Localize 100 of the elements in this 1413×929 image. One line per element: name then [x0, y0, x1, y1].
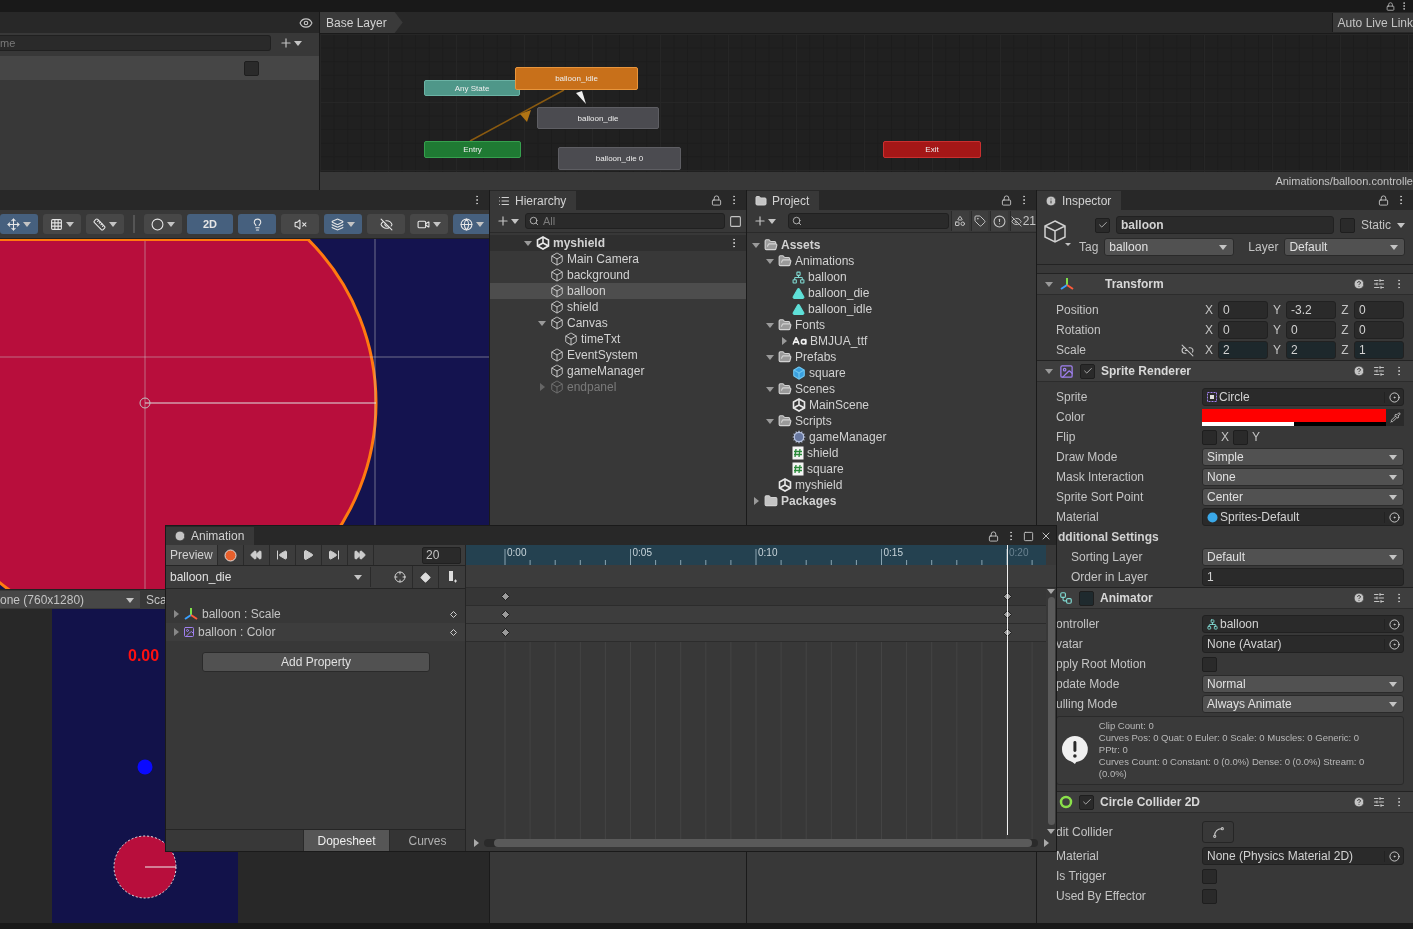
checkbox[interactable] — [1233, 429, 1248, 445]
project-item[interactable]: BMJUA_ttf — [747, 333, 1036, 349]
project-item[interactable]: myshield — [747, 477, 1036, 493]
view-tab[interactable]: Dopesheet — [303, 830, 389, 851]
search-field[interactable] — [788, 213, 949, 229]
layer-dropdown[interactable]: Default — [1284, 238, 1405, 256]
view-tab[interactable]: Curves — [389, 830, 465, 851]
visibility-toggle[interactable] — [367, 214, 405, 234]
number-field[interactable]: 0 — [1354, 321, 1404, 339]
property-row[interactable]: balloon : Color — [166, 623, 465, 641]
number-field[interactable]: 0 — [1286, 321, 1336, 339]
checkbox[interactable] — [1202, 429, 1217, 445]
project-item[interactable]: square — [747, 461, 1036, 477]
checkbox[interactable] — [1202, 868, 1217, 884]
help-icon[interactable] — [1353, 796, 1365, 808]
lock-icon[interactable] — [1386, 1, 1395, 11]
project-item[interactable]: square — [747, 365, 1036, 381]
frame-field[interactable]: 20 — [422, 546, 461, 564]
project-item[interactable]: balloon — [747, 269, 1036, 285]
expanded-arrow-icon[interactable] — [766, 321, 774, 329]
expanded-arrow-icon[interactable] — [766, 353, 774, 361]
number-field[interactable]: 1 — [1202, 568, 1404, 586]
object-field[interactable]: balloon — [1202, 615, 1404, 633]
dropdown[interactable]: None — [1202, 468, 1404, 486]
tag-dropdown[interactable]: balloon — [1104, 238, 1235, 256]
hierarchy-item[interactable]: timeTxt — [490, 331, 746, 347]
collapsed-arrow-icon[interactable] — [780, 337, 788, 345]
eyedropper-icon[interactable] — [1389, 411, 1401, 423]
maximize-icon[interactable] — [1023, 530, 1034, 542]
component-header[interactable]: Sprite Renderer — [1037, 360, 1413, 382]
checkbox[interactable] — [1202, 888, 1217, 904]
presets-icon[interactable] — [1373, 796, 1385, 808]
number-field[interactable]: 2 — [1218, 341, 1268, 359]
target-icon[interactable] — [1388, 511, 1400, 523]
project-item[interactable]: Prefabs — [747, 349, 1036, 365]
project-item[interactable]: Scripts — [747, 413, 1036, 429]
lighting-toggle[interactable] — [238, 214, 276, 234]
number-field[interactable]: 2 — [1286, 341, 1336, 359]
dropdown[interactable]: Simple — [1202, 448, 1404, 466]
state-node[interactable]: balloon_die — [537, 107, 659, 129]
color-field[interactable] — [1202, 408, 1386, 426]
number-field[interactable]: -3.2 — [1286, 301, 1336, 319]
ruler-button[interactable] — [86, 214, 124, 234]
number-field[interactable]: 1 — [1354, 341, 1404, 359]
search-by-label-button[interactable] — [970, 211, 989, 231]
close-icon[interactable] — [1040, 530, 1052, 542]
vertical-scrollbar[interactable] — [1047, 597, 1055, 825]
search-field[interactable]: me — [0, 35, 271, 51]
collapsed-arrow-icon[interactable] — [752, 497, 760, 505]
number-field[interactable]: 0 — [1354, 301, 1404, 319]
hidden-packages-button[interactable]: 21 — [1009, 211, 1036, 231]
checkbox[interactable] — [1079, 590, 1094, 606]
project-item[interactable]: Packages — [747, 493, 1036, 509]
dropdown[interactable]: Center — [1202, 488, 1404, 506]
lock-icon[interactable] — [1001, 194, 1012, 206]
search-field[interactable]: All — [525, 213, 725, 229]
target-icon[interactable] — [1388, 618, 1400, 630]
animation-tab[interactable]: Animation — [166, 527, 255, 545]
shading-button[interactable] — [144, 214, 182, 234]
state-node[interactable]: balloon_die 0 — [558, 147, 681, 170]
expanded-arrow-icon[interactable] — [766, 257, 774, 265]
hierarchy-item[interactable]: gameManager — [490, 363, 746, 379]
expanded-arrow-icon[interactable] — [538, 319, 546, 327]
lock-icon[interactable] — [711, 194, 722, 206]
hierarchy-item[interactable]: Main Camera — [490, 251, 746, 267]
project-item[interactable]: balloon_die — [747, 285, 1036, 301]
breadcrumb[interactable]: Base Layer — [320, 12, 403, 33]
name-field[interactable]: balloon — [1116, 216, 1334, 234]
checkbox[interactable] — [244, 60, 259, 76]
inspector-tab[interactable]: Inspector — [1037, 191, 1122, 210]
checkbox[interactable] — [1079, 794, 1094, 810]
project-item[interactable]: Animations — [747, 253, 1036, 269]
project-item[interactable]: shield — [747, 445, 1036, 461]
lock-icon[interactable] — [988, 530, 999, 542]
component-header[interactable]: Transform — [1037, 273, 1413, 295]
timeline-ruler[interactable]: 0:00 0:05 0:10 0:15 0:20 — [466, 545, 1046, 565]
gizmos-button[interactable] — [453, 214, 489, 234]
project-item[interactable]: MainScene — [747, 397, 1036, 413]
hierarchy-item[interactable]: balloon — [490, 283, 746, 299]
number-field[interactable]: 0 — [1218, 321, 1268, 339]
log-button[interactable] — [990, 211, 1008, 231]
add-property-button[interactable]: Add Property — [202, 652, 430, 672]
checkbox[interactable] — [1095, 217, 1110, 233]
dropdown[interactable]: Default — [1202, 548, 1404, 566]
snap-button[interactable] — [43, 214, 81, 234]
preview-button[interactable]: Preview — [166, 545, 218, 565]
state-node[interactable]: Entry — [424, 141, 521, 158]
transition-arrow[interactable] — [469, 89, 565, 142]
checkbox[interactable] — [1202, 656, 1217, 672]
target-icon[interactable] — [1388, 850, 1400, 862]
project-item[interactable]: Assets — [747, 237, 1036, 253]
expanded-arrow-icon[interactable] — [766, 385, 774, 393]
audio-toggle[interactable] — [281, 214, 319, 234]
help-icon[interactable] — [1353, 365, 1365, 377]
project-item[interactable]: Fonts — [747, 317, 1036, 333]
transform-tool-button[interactable] — [0, 214, 38, 234]
expanded-arrow-icon[interactable] — [766, 417, 774, 425]
hierarchy-tab[interactable]: Hierarchy — [490, 191, 577, 210]
project-item[interactable]: balloon_idle — [747, 301, 1036, 317]
camera-button[interactable] — [410, 214, 448, 234]
